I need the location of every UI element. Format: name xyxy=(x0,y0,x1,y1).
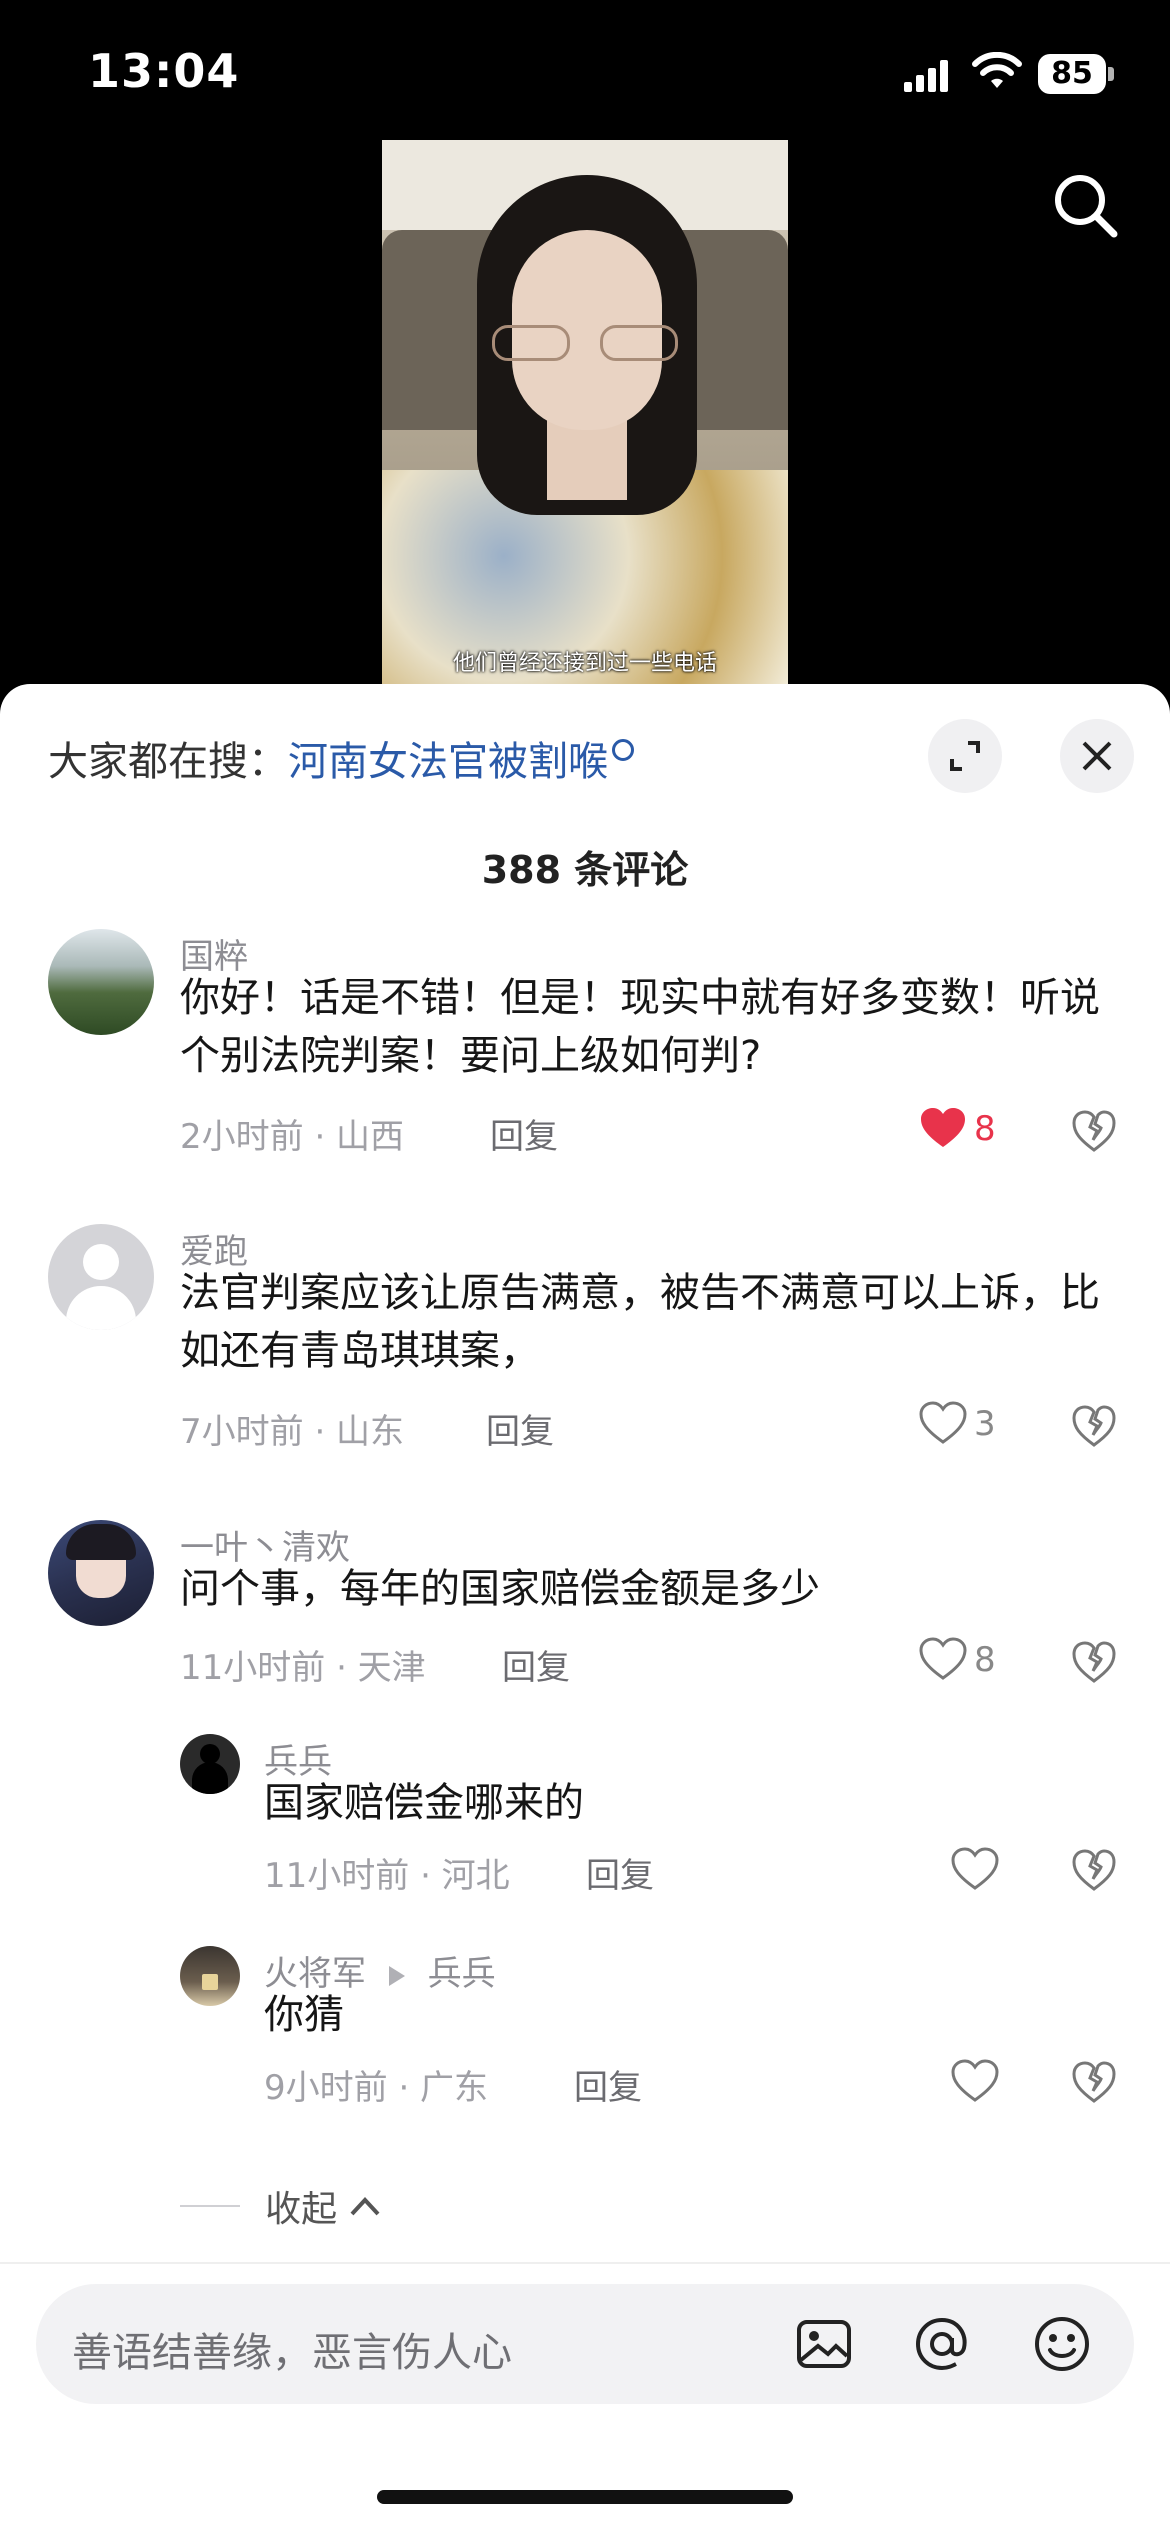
emoji-icon[interactable] xyxy=(1032,2314,1092,2374)
avatar[interactable] xyxy=(180,1946,240,2006)
hot-search-prefix: 大家都在搜： xyxy=(48,739,288,785)
comment-sheet: 大家都在搜：河南女法官被割喉 388 条评论 国粹 你好！话是不错！但是！现实中… xyxy=(0,684,1170,2532)
status-bar: 13:04 85 xyxy=(0,0,1170,150)
reply-button[interactable]: 回复 xyxy=(502,1640,570,1689)
close-button[interactable] xyxy=(1060,719,1134,793)
collapse-label: 收起 xyxy=(265,2189,338,2230)
dislike-icon[interactable] xyxy=(1070,1402,1118,1450)
chevron-up-icon xyxy=(350,2197,380,2216)
search-icon xyxy=(612,739,634,761)
reply-button[interactable]: 回复 xyxy=(586,1848,654,1897)
collapse-replies-button[interactable]: 收起 xyxy=(180,2180,382,2232)
like-count: 3 xyxy=(974,1404,996,1444)
battery-level: 85 xyxy=(1038,54,1106,94)
video-subtitle: 他们曾经还接到过一些电话 xyxy=(452,651,717,676)
comment-text: 问个事，每年的国家赔偿金额是多少 xyxy=(180,1566,820,1612)
status-time: 13:04 xyxy=(88,44,240,98)
like-button[interactable]: 3 xyxy=(918,1400,1018,1450)
cellular-signal-icon xyxy=(904,60,948,92)
dislike-icon[interactable] xyxy=(1070,1638,1118,1686)
comment-input-bar[interactable]: 善语结善缘，恶言伤人心 xyxy=(36,2284,1134,2404)
battery-icon: 85 xyxy=(1038,54,1114,94)
hot-search-link[interactable]: 河南女法官被割喉 xyxy=(288,739,608,785)
expand-button[interactable] xyxy=(928,719,1002,793)
like-button[interactable]: 8 xyxy=(918,1105,1018,1155)
avatar[interactable] xyxy=(48,929,154,1035)
heart-icon[interactable] xyxy=(950,1846,1000,1892)
comment-input[interactable]: 善语结善缘，恶言伤人心 xyxy=(72,2320,512,2378)
dislike-icon[interactable] xyxy=(1070,1107,1118,1155)
collapse-divider xyxy=(180,2205,240,2207)
reply-button[interactable]: 回复 xyxy=(574,2060,642,2109)
heart-icon xyxy=(919,1401,967,1444)
comment-meta: 2小时前 · 山西 xyxy=(180,1117,405,1157)
dislike-icon[interactable] xyxy=(1070,2058,1118,2106)
reply-arrow-icon xyxy=(388,1965,405,1986)
close-icon xyxy=(1082,741,1112,771)
input-divider xyxy=(0,2262,1170,2264)
avatar[interactable] xyxy=(48,1520,154,1626)
comment-text: 你好！话是不错！但是！现实中就有好多变数！听说个别法院判案！要问上级如何判? xyxy=(180,975,1100,1079)
hot-search-bar[interactable]: 大家都在搜：河南女法官被割喉 xyxy=(48,729,634,787)
home-indicator[interactable] xyxy=(377,2490,793,2504)
comment-text: 法官判案应该让原告满意，被告不满意可以上诉，比如还有青岛琪琪案， xyxy=(180,1270,1100,1374)
reply-text: 国家赔偿金哪来的 xyxy=(264,1780,584,1826)
heart-icon xyxy=(921,1108,965,1147)
comment-count: 388 条评论 xyxy=(481,848,689,892)
like-button[interactable]: 8 xyxy=(918,1636,1018,1686)
reply-text: 你猜 xyxy=(264,1992,344,2038)
dislike-icon[interactable] xyxy=(1070,1846,1118,1894)
reply-meta: 11小时前 · 河北 xyxy=(264,1856,510,1896)
search-icon[interactable] xyxy=(1050,170,1120,240)
avatar[interactable] xyxy=(48,1224,154,1330)
expand-icon xyxy=(950,741,980,771)
reply-button[interactable]: 回复 xyxy=(486,1404,554,1453)
comment-meta: 7小时前 · 山东 xyxy=(180,1412,405,1452)
like-count: 8 xyxy=(974,1640,996,1680)
heart-icon[interactable] xyxy=(950,2058,1000,2104)
wifi-icon xyxy=(972,52,1022,88)
reply-meta: 9小时前 · 广东 xyxy=(264,2068,489,2108)
avatar[interactable] xyxy=(180,1734,240,1794)
image-icon[interactable] xyxy=(794,2314,854,2374)
heart-icon xyxy=(919,1637,967,1680)
like-count: 8 xyxy=(974,1109,996,1149)
video-player[interactable]: 他们曾经还接到过一些电话 xyxy=(382,140,788,685)
reply-button[interactable]: 回复 xyxy=(490,1109,558,1158)
comment-meta: 11小时前 · 天津 xyxy=(180,1648,426,1688)
at-icon[interactable] xyxy=(912,2314,972,2374)
